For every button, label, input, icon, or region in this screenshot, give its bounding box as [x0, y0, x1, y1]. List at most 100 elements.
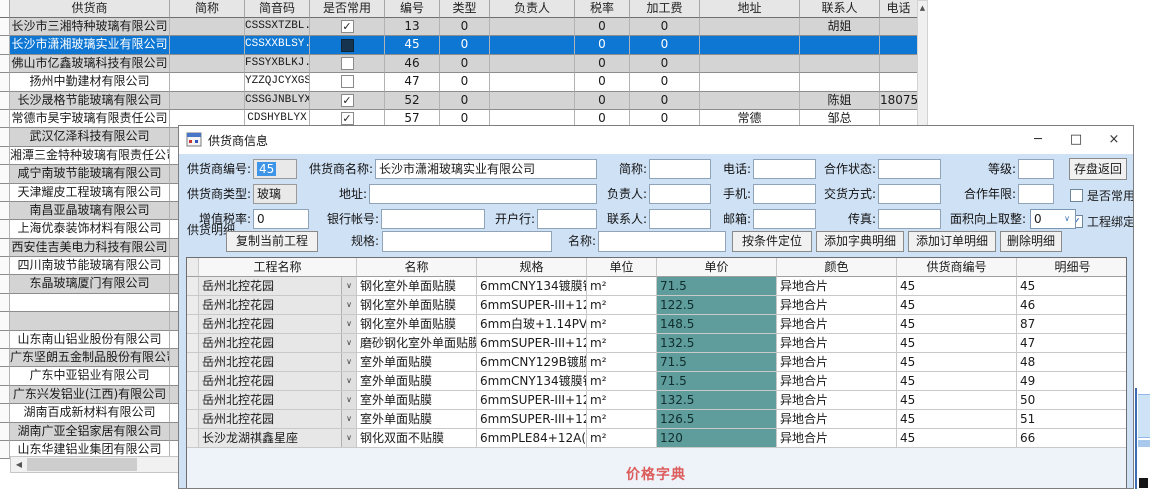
unit-cell[interactable]: m² — [587, 353, 657, 372]
detail-row[interactable]: 岳州北控花园∨室外单面贴膜6mmCNY134镀膜钢化m²71.5异地合片4549 — [187, 372, 1126, 391]
name-cell[interactable]: 钢化室外单面贴膜 — [357, 315, 477, 334]
bank_name-input[interactable] — [537, 209, 597, 229]
close-icon[interactable]: × — [1095, 126, 1133, 154]
manager-input[interactable] — [649, 184, 711, 204]
detail-id-cell[interactable]: 51 — [1017, 410, 1127, 429]
project-combo-cell[interactable]: 岳州北控花园∨ — [199, 353, 357, 372]
mobile-input[interactable] — [753, 184, 816, 204]
scroll-up-icon[interactable]: ▲ — [918, 1, 927, 16]
name-cell[interactable]: 室外单面贴膜 — [357, 372, 477, 391]
supplier_type-input[interactable]: 玻璃 — [253, 184, 297, 204]
table-row[interactable]: 扬州中勤建材有限公司YZZQJCYXGS47000 — [0, 73, 917, 91]
table-row[interactable]: 长沙市三湘特种玻璃有限公司CSSSXTZBL...✓13000胡姐 — [0, 18, 917, 36]
color-cell[interactable]: 异地合片 — [777, 410, 897, 429]
coop_years-input[interactable] — [1018, 184, 1054, 204]
price-cell[interactable]: 120 — [657, 429, 777, 448]
grade-input[interactable] — [1018, 159, 1054, 179]
name-cell[interactable]: 磨砂钢化室外单面贴膜 — [357, 334, 477, 353]
vat-input[interactable]: 0 — [253, 209, 309, 229]
price-cell[interactable]: 71.5 — [657, 353, 777, 372]
color-cell[interactable]: 异地合片 — [777, 277, 897, 296]
suppliers-vertical-scrollbar[interactable]: ▲ — [917, 0, 928, 129]
project-combo-cell[interactable]: 岳州北控花园∨ — [199, 391, 357, 410]
common-use-checkbox[interactable] — [1070, 189, 1083, 202]
unit-cell[interactable]: m² — [587, 334, 657, 353]
save-return-button[interactable]: 存盘返回 — [1069, 158, 1127, 180]
email-input[interactable] — [753, 209, 816, 229]
locate-by-condition-button[interactable]: 按条件定位 — [732, 231, 812, 252]
maximize-icon[interactable]: □ — [1057, 126, 1095, 154]
common-checkbox[interactable] — [341, 57, 354, 70]
bank_account-input[interactable] — [381, 209, 485, 229]
spec-filter-input[interactable] — [382, 231, 552, 252]
unit-cell[interactable]: m² — [587, 372, 657, 391]
delete-detail-button[interactable]: 删除明细 — [1000, 231, 1062, 252]
spec-cell[interactable]: 6mmSUPER-III+12A(硅... — [477, 296, 587, 315]
delivery-input[interactable] — [878, 184, 941, 204]
abbr-input[interactable] — [649, 159, 711, 179]
address-input[interactable] — [369, 184, 597, 204]
detail-id-cell[interactable]: 49 — [1017, 372, 1127, 391]
chevron-down-icon[interactable]: ∨ — [341, 353, 356, 371]
chevron-down-icon[interactable]: ∨ — [341, 296, 356, 314]
detail-id-cell[interactable]: 47 — [1017, 334, 1127, 353]
supplier-id-cell[interactable]: 45 — [897, 391, 1017, 410]
copy-current-project-button[interactable]: 复制当前工程 — [226, 231, 318, 252]
detail-id-cell[interactable]: 50 — [1017, 391, 1127, 410]
supplier_name-input[interactable]: 长沙市潇湘玻璃实业有限公司 — [375, 159, 597, 179]
scrollbar-thumb[interactable] — [27, 458, 137, 471]
scroll-left-icon[interactable]: ◀ — [11, 460, 27, 469]
name-filter-input[interactable] — [598, 231, 726, 252]
price-cell[interactable]: 148.5 — [657, 315, 777, 334]
spec-cell[interactable]: 6mmSUPER-III+12A(硅... — [477, 391, 587, 410]
project-combo-cell[interactable]: 岳州北控花园∨ — [199, 334, 357, 353]
supplier-id-cell[interactable]: 45 — [897, 353, 1017, 372]
common-checkbox[interactable]: ✓ — [341, 94, 354, 107]
color-cell[interactable]: 异地合片 — [777, 296, 897, 315]
project-combo-cell[interactable]: 岳州北控花园∨ — [199, 296, 357, 315]
minimize-icon[interactable]: ─ — [1019, 126, 1057, 154]
unit-cell[interactable]: m² — [587, 277, 657, 296]
name-cell[interactable]: 钢化双面不贴膜 — [357, 429, 477, 448]
detail-row[interactable]: 岳州北控花园∨室外单面贴膜6mmSUPER-III+12A(硅...m²132.… — [187, 391, 1126, 410]
color-cell[interactable]: 异地合片 — [777, 372, 897, 391]
spec-cell[interactable]: 6mmCNY129B镀膜钢化 — [477, 353, 587, 372]
detail-row[interactable]: 岳州北控花园∨室外单面贴膜6mmSUPER-III+12A(硅...m²126.… — [187, 410, 1126, 429]
spec-cell[interactable]: 6mmSUPER-III+12A(硅... — [477, 410, 587, 429]
price-cell[interactable]: 71.5 — [657, 277, 777, 296]
table-row[interactable]: 佛山市亿鑫玻璃科技有限公司FSSYXBLKJ...46000 — [0, 55, 917, 73]
spec-cell[interactable]: 6mmCNY134镀膜钢化 — [477, 277, 587, 296]
project-combo-cell[interactable]: 岳州北控花园∨ — [199, 410, 357, 429]
chevron-down-icon[interactable]: ∨ — [341, 391, 356, 409]
add-dictionary-detail-button[interactable]: 添加字典明细 — [816, 231, 904, 252]
detail-id-cell[interactable]: 66 — [1017, 429, 1127, 448]
detail-row[interactable]: 岳州北控花园∨钢化室外单面贴膜6mm白玻+1.14PVB+6mm...m²148… — [187, 315, 1126, 334]
chevron-down-icon[interactable]: ∨ — [341, 315, 356, 333]
spec-cell[interactable]: 6mmSUPER-III+12A(硅... — [477, 334, 587, 353]
chevron-down-icon[interactable]: ∨ — [341, 410, 356, 428]
price-cell[interactable]: 132.5 — [657, 391, 777, 410]
detail-id-cell[interactable]: 87 — [1017, 315, 1127, 334]
detail-id-cell[interactable]: 45 — [1017, 277, 1127, 296]
detail-row[interactable]: 岳州北控花园∨钢化室外单面贴膜6mmSUPER-III+12A(硅...m²12… — [187, 296, 1126, 315]
chevron-down-icon[interactable]: ∨ — [341, 429, 356, 447]
common-checkbox[interactable]: ✓ — [341, 20, 354, 33]
name-cell[interactable]: 室外单面贴膜 — [357, 410, 477, 429]
price-cell[interactable]: 132.5 — [657, 334, 777, 353]
name-cell[interactable]: 钢化室外单面贴膜 — [357, 277, 477, 296]
detail-row[interactable]: 岳州北控花园∨室外单面贴膜6mmCNY129B镀膜钢化m²71.5异地合片454… — [187, 353, 1126, 372]
price-cell[interactable]: 122.5 — [657, 296, 777, 315]
project-combo-cell[interactable]: 岳州北控花园∨ — [199, 372, 357, 391]
chevron-down-icon[interactable]: ∨ — [341, 372, 356, 390]
color-cell[interactable]: 异地合片 — [777, 353, 897, 372]
unit-cell[interactable]: m² — [587, 391, 657, 410]
table-row[interactable]: 长沙市潇湘玻璃实业有限公司CSSXXBLSY...45000 — [0, 36, 917, 54]
unit-cell[interactable]: m² — [587, 410, 657, 429]
spec-cell[interactable]: 6mmCNY134镀膜钢化 — [477, 372, 587, 391]
table-row[interactable]: 长沙晟格节能玻璃有限公司CSSGJNBLYXGS✓52000陈姐180751 — [0, 92, 917, 110]
chevron-down-icon[interactable]: ∨ — [341, 277, 356, 295]
color-cell[interactable]: 异地合片 — [777, 315, 897, 334]
common-checkbox[interactable]: ✓ — [341, 112, 354, 125]
name-cell[interactable]: 钢化室外单面贴膜 — [357, 296, 477, 315]
detail-id-cell[interactable]: 46 — [1017, 296, 1127, 315]
